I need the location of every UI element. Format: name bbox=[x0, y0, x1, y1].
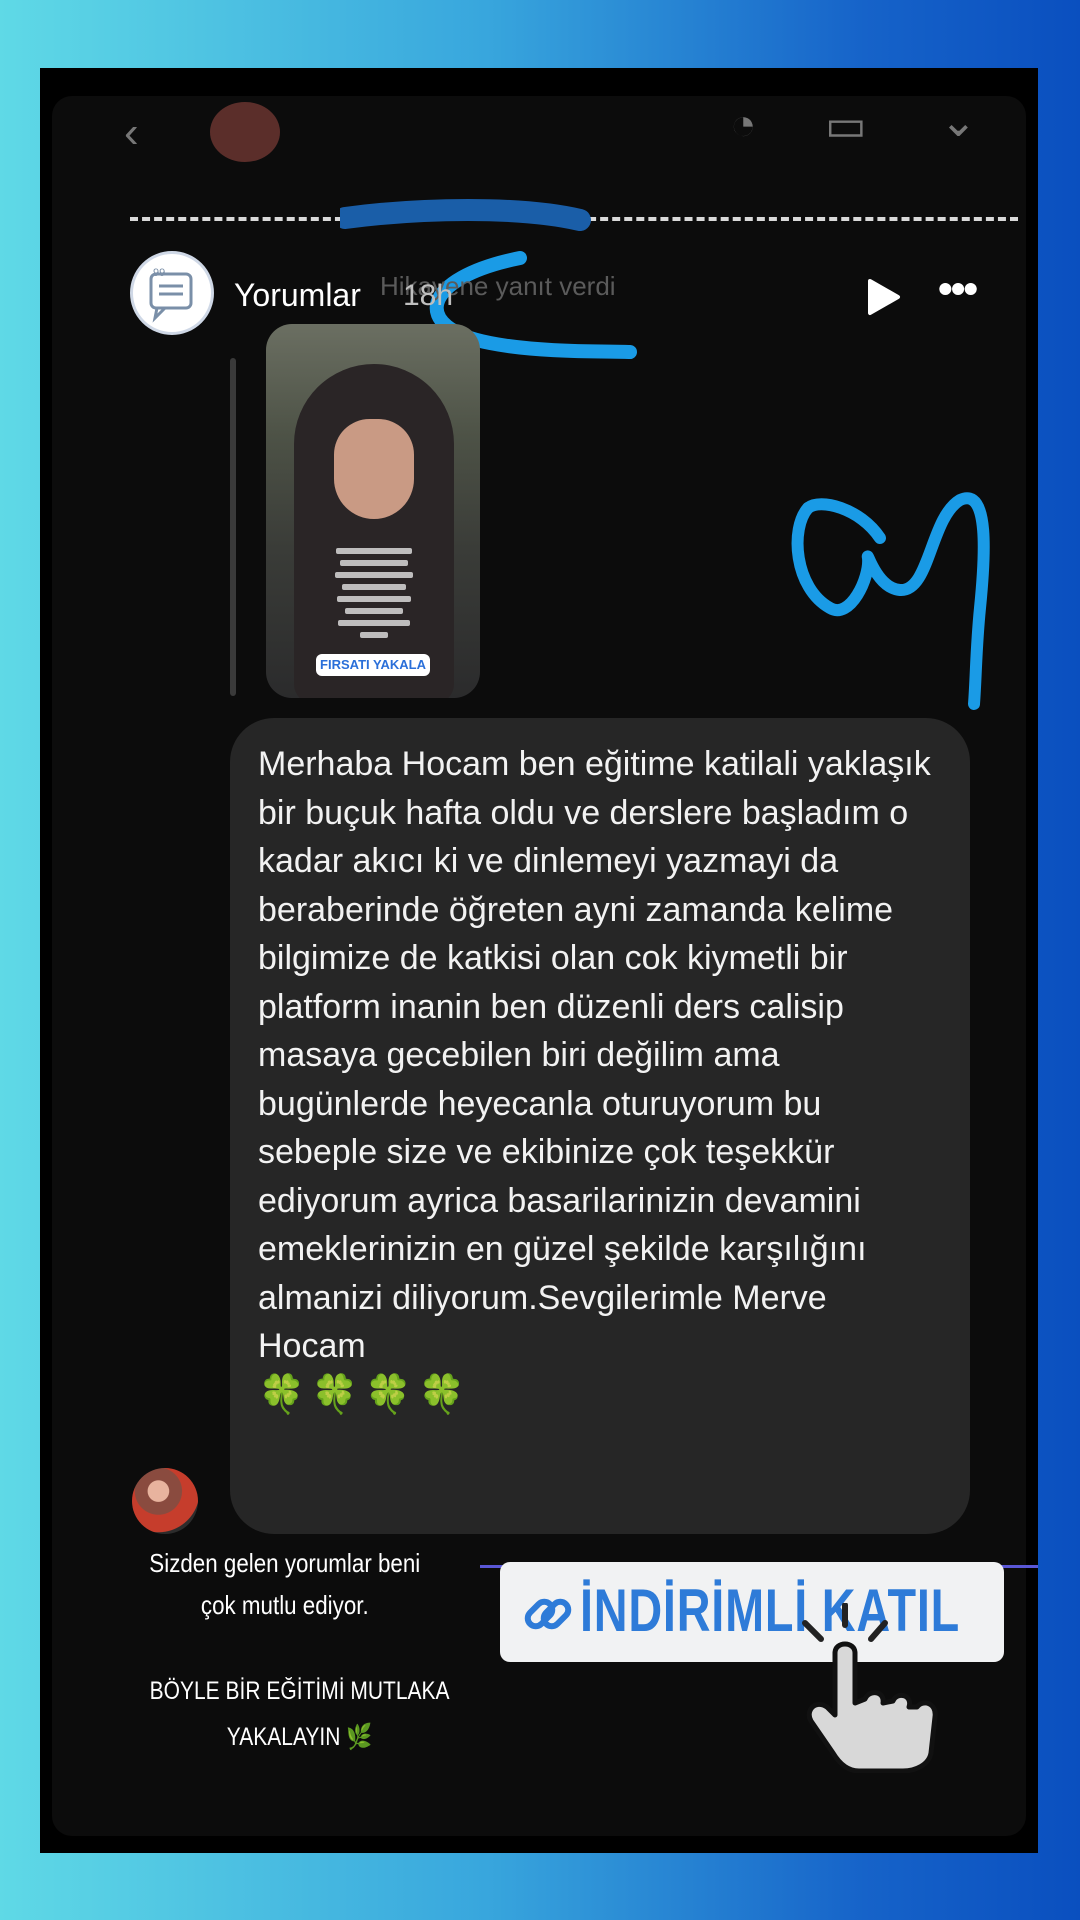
link-icon bbox=[524, 1598, 572, 1630]
person-face bbox=[334, 419, 414, 519]
username[interactable]: Yorumlar bbox=[234, 277, 361, 314]
story-caption-1: Sizden gelen yorumlar beni çok mutlu edi… bbox=[149, 1548, 421, 1620]
top-toolbar: ‹ ◔ ▭ ⌄ bbox=[40, 97, 1038, 176]
back-icon[interactable]: ‹ bbox=[124, 108, 139, 158]
comments-avatar[interactable]: 99 bbox=[130, 251, 214, 335]
profile-avatar-top[interactable] bbox=[210, 102, 280, 162]
play-icon[interactable] bbox=[864, 277, 904, 317]
thumbnail-cta: FIRSATI YAKALA bbox=[316, 654, 430, 676]
clover-emoji: 🍀🍀🍀🍀 bbox=[258, 1373, 472, 1416]
heart-doodle bbox=[791, 492, 990, 710]
sender-avatar[interactable] bbox=[132, 1468, 198, 1534]
chevron-down-icon[interactable]: ⌄ bbox=[940, 96, 977, 147]
thumbnail-captions bbox=[326, 542, 422, 644]
timestamp: 18h bbox=[403, 279, 454, 312]
message-bubble: Merhaba Hocam ben eğitime katilali yakla… bbox=[230, 718, 970, 1534]
more-options-icon[interactable]: ••• bbox=[938, 265, 978, 313]
comment-header: 99 Hikayene yanıt verdi Yorumlar 18h ••• bbox=[130, 251, 1010, 341]
story-thumbnail[interactable]: FIRSATI YAKALA bbox=[266, 324, 480, 698]
pointing-hand-icon bbox=[802, 1603, 938, 1773]
story-caption-2: BÖYLE BİR EĞİTİMİ MUTLAKA YAKALAYIN 🌿 bbox=[149, 1677, 450, 1751]
message-text: Merhaba Hocam ben eğitime katilali yakla… bbox=[258, 745, 931, 1365]
mention-icon[interactable]: ◔ bbox=[730, 100, 757, 150]
story-frame: ‹ ◔ ▭ ⌄ 99 Hikayene yanıt verdi Yorumlar… bbox=[40, 68, 1038, 1853]
svg-text:99: 99 bbox=[153, 267, 165, 279]
sticker-icon[interactable]: ▭ bbox=[825, 100, 867, 151]
reply-thread-line bbox=[230, 358, 236, 696]
